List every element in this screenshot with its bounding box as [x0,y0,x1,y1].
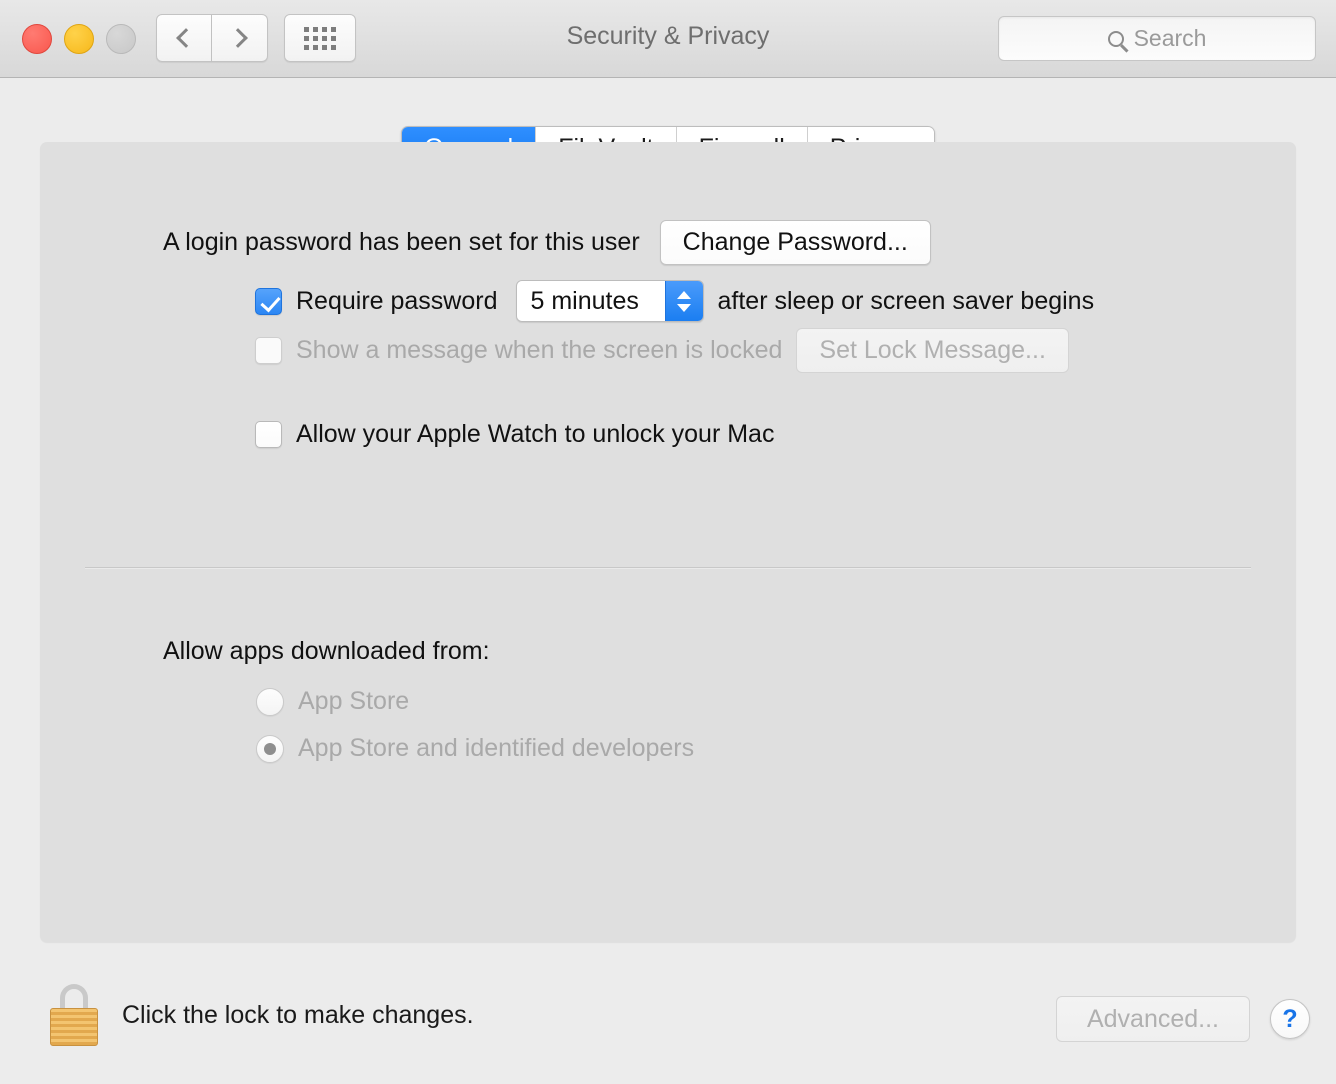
require-password-row: Require password 5 minutes after sleep o… [255,280,1094,322]
search-placeholder: Search [1133,25,1207,51]
login-password-row: A login password has been set for this u… [163,220,931,265]
require-password-suffix-label: after sleep or screen saver begins [717,286,1095,315]
require-password-delay-stepper[interactable]: 5 minutes [515,280,704,322]
general-settings-panel: A login password has been set for this u… [40,142,1296,942]
lock-message-label: Show a message when the screen is locked [296,336,783,364]
apple-watch-checkbox[interactable] [255,421,282,448]
search-input[interactable]: Search [998,16,1316,61]
set-lock-message-button[interactable]: Set Lock Message... [796,328,1069,373]
app-store-label: App Store [298,687,410,715]
allow-apps-heading: Allow apps downloaded from: [163,637,490,665]
lock-area[interactable]: Click the lock to make changes. [48,984,474,1046]
require-password-label: Require password [296,286,498,315]
search-icon [1107,30,1124,47]
require-password-delay-value: 5 minutes [516,281,665,321]
lock-message-checkbox[interactable] [255,337,282,364]
change-password-button[interactable]: Change Password... [659,220,931,265]
allow-apps-radio-group: App Store App Store and identified devel… [256,687,694,781]
chevron-down-icon[interactable] [677,303,691,312]
app-store-radio[interactable] [256,687,284,716]
lock-hint-text: Click the lock to make changes. [122,1000,474,1029]
advanced-button[interactable]: Advanced... [1055,996,1250,1042]
stepper-arrows[interactable] [664,281,703,321]
radio-option-app-store[interactable]: App Store [256,687,694,716]
apple-watch-label: Allow your Apple Watch to unlock your Ma… [296,420,775,448]
security-privacy-window: Security & Privacy Search General FileVa… [0,0,1336,1084]
chevron-up-icon[interactable] [677,290,691,299]
lock-message-row: Show a message when the screen is locked… [255,328,1069,373]
padlock-closed-icon[interactable] [48,984,100,1046]
login-password-label: A login password has been set for this u… [163,228,640,256]
section-divider [85,567,1251,568]
help-button[interactable]: ? [1270,999,1310,1039]
footer-actions: Advanced... ? [1055,996,1310,1042]
window-titlebar: Security & Privacy Search [0,0,1336,78]
require-password-checkbox[interactable] [255,287,282,315]
apple-watch-row: Allow your Apple Watch to unlock your Ma… [255,420,774,449]
identified-developers-radio[interactable] [256,734,284,763]
identified-developers-label: App Store and identified developers [298,734,695,762]
radio-option-identified-developers[interactable]: App Store and identified developers [256,734,694,763]
